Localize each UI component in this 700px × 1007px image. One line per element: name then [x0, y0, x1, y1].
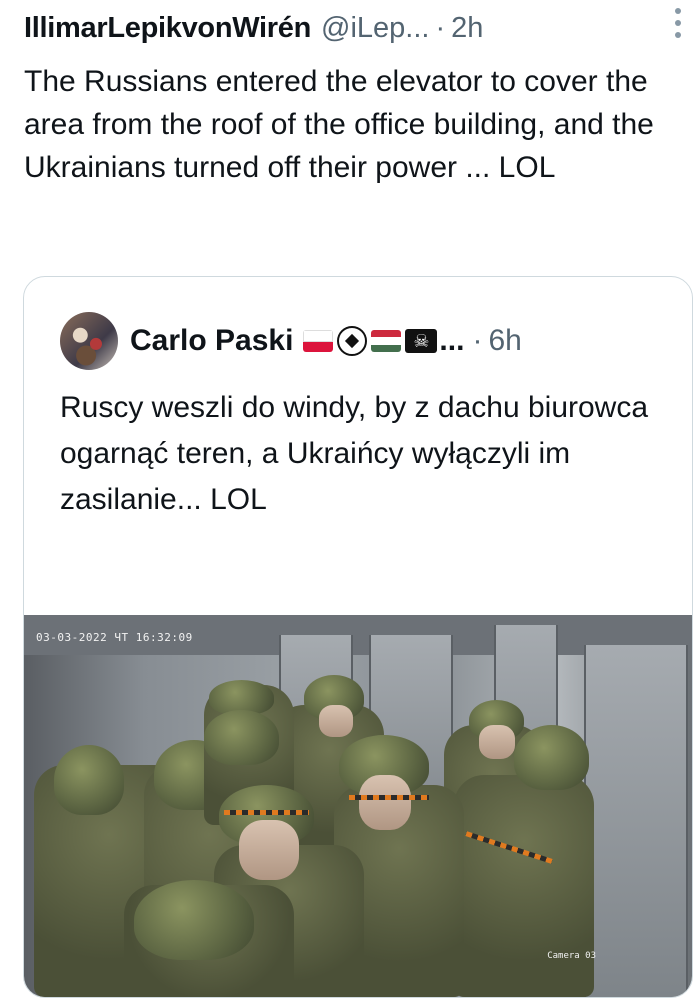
quoted-tweet-header: Carlo Paski ☠ ... · 6h [60, 311, 672, 371]
tweet-time[interactable]: 2h [451, 12, 483, 45]
avatar[interactable] [60, 312, 118, 370]
quoted-author-name[interactable]: Carlo Paski [130, 324, 293, 358]
cctv-camera-label: Camera 03 [547, 951, 596, 961]
author-emoji-badges: ☠ [303, 326, 438, 356]
author-name[interactable]: IllimarLepikvonWirén [24, 12, 311, 45]
quoted-tweet[interactable]: Carlo Paski ☠ ... · 6h Ruscy weszli do w… [23, 276, 693, 998]
separator-dot: · [472, 324, 483, 357]
soccer-ball-icon [337, 326, 368, 356]
more-options-icon[interactable] [670, 8, 686, 38]
author-handle[interactable]: @iLep... [321, 12, 429, 45]
hungary-flag-icon [371, 330, 402, 352]
elevator-door [584, 645, 688, 997]
quoted-tweet-time[interactable]: 6h [488, 324, 521, 358]
pirate-flag-icon: ☠ [405, 329, 438, 353]
separator-dot: · [435, 11, 446, 44]
tweet-header: IllimarLepikvonWirén @iLep... · 2h [24, 8, 680, 48]
badges-ellipsis: ... [439, 324, 465, 357]
cctv-timestamp: 03-03-2022 ЧТ 16:32:09 [36, 631, 193, 644]
quoted-tweet-text: Ruscy weszli do windy, by z dachu biurow… [60, 391, 649, 516]
tweet-text: The Russians entered the elevator to cov… [24, 65, 654, 184]
elevator-cctv-photo[interactable]: 03-03-2022 ЧТ 16:32:09 Camera 03 [24, 615, 692, 997]
tweet[interactable]: IllimarLepikvonWirén @iLep... · 2h The R… [0, 0, 700, 1007]
poland-flag-icon [303, 330, 334, 352]
